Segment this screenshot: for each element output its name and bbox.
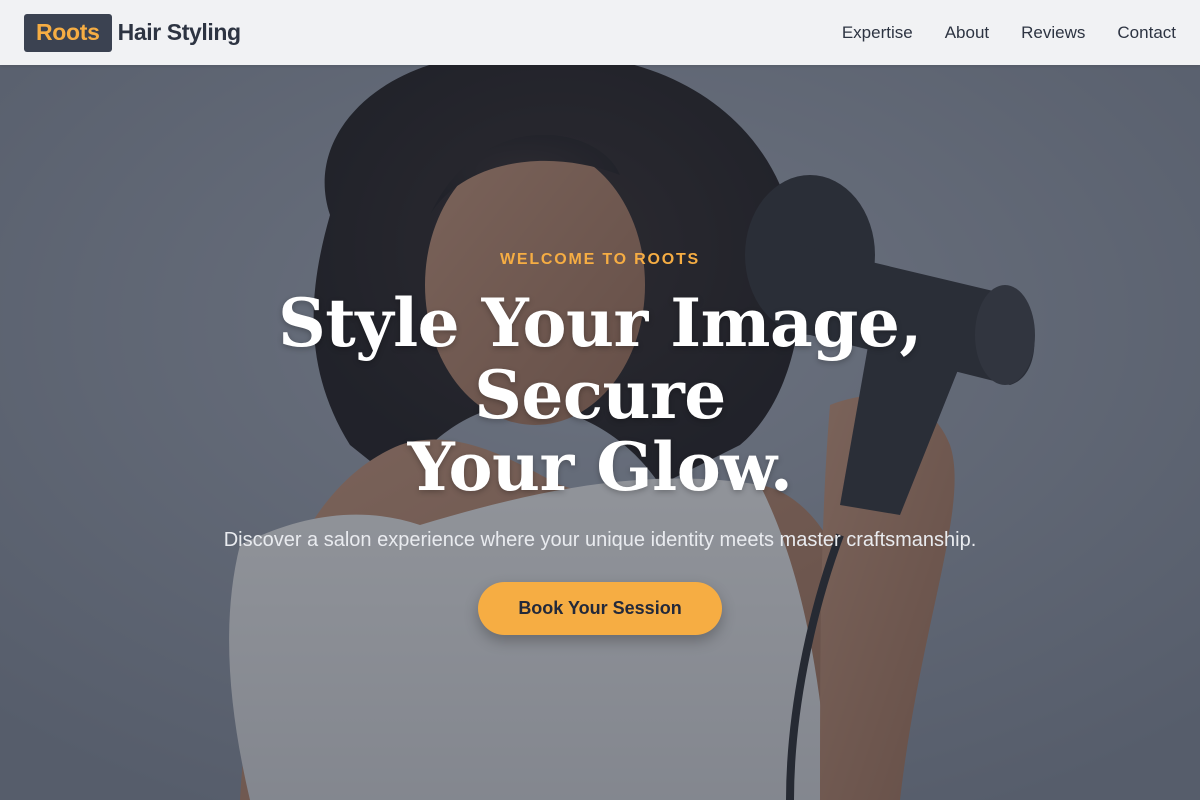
nav-link-reviews[interactable]: Reviews xyxy=(1021,23,1085,43)
logo-mark: Roots xyxy=(24,13,112,52)
hero-headline-line2: Your Glow. xyxy=(407,428,793,506)
nav-link-expertise[interactable]: Expertise xyxy=(842,23,913,43)
hero-section: WELCOME TO ROOTS Style Your Image, Secur… xyxy=(0,65,1200,800)
hero-eyebrow: WELCOME TO ROOTS xyxy=(499,251,701,268)
hero-content: WELCOME TO ROOTS Style Your Image, Secur… xyxy=(0,65,1200,800)
hero-headline: Style Your Image, Secure Your Glow. xyxy=(150,287,1050,503)
site-header: Roots Hair Styling Expertise About Revie… xyxy=(0,0,1200,65)
book-session-button[interactable]: Book Your Session xyxy=(478,582,722,635)
hero-subtext: Discover a salon experience where your u… xyxy=(223,529,977,551)
logo-text: Hair Styling xyxy=(117,19,241,45)
hero-headline-line1: Style Your Image, Secure xyxy=(278,284,922,434)
main-nav: Expertise About Reviews Contact xyxy=(842,23,1176,43)
logo[interactable]: Roots Hair Styling xyxy=(24,13,241,52)
nav-link-contact[interactable]: Contact xyxy=(1117,23,1176,43)
nav-link-about[interactable]: About xyxy=(945,23,989,43)
